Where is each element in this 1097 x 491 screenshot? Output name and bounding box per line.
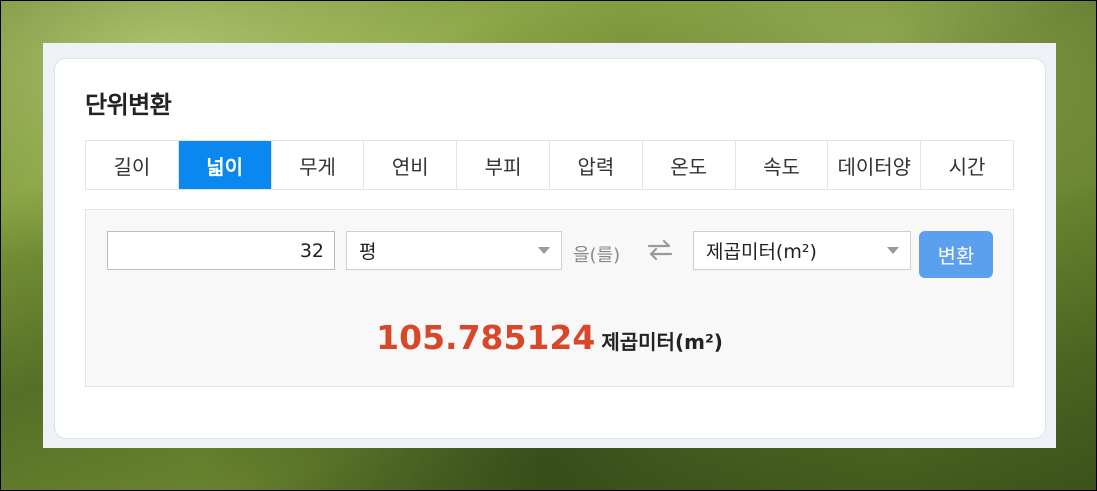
tab-speed[interactable]: 속도 <box>735 141 829 189</box>
result-unit: 제곱미터(m²) <box>601 330 723 354</box>
tab-weight[interactable]: 무게 <box>271 141 365 189</box>
value-input[interactable] <box>107 231 335 270</box>
widget-title: 단위변환 <box>85 91 172 119</box>
category-tabs: 길이 넓이 무게 연비 부피 압력 온도 속도 데이터양 시간 <box>85 140 1014 190</box>
caret-down-icon <box>538 247 550 254</box>
tab-volume[interactable]: 부피 <box>457 141 550 189</box>
from-unit-label: 평 <box>359 241 377 263</box>
caret-down-icon <box>887 247 899 254</box>
convert-button[interactable]: 변환 <box>919 231 993 278</box>
swap-arrows-icon[interactable] <box>646 239 674 261</box>
tab-pressure[interactable]: 압력 <box>549 141 643 189</box>
unit-converter-card: 단위변환 길이 넓이 무게 연비 부피 압력 온도 속도 데이터양 시간 평 을… <box>54 58 1046 439</box>
tab-length[interactable]: 길이 <box>86 141 179 189</box>
to-unit-select[interactable]: 제곱미터(m²) <box>693 231 911 270</box>
tab-fuel-economy[interactable]: 연비 <box>364 141 458 189</box>
result-display: 105.785124 제곱미터(m²) <box>86 318 1013 357</box>
tab-data-size[interactable]: 데이터양 <box>828 141 922 189</box>
from-unit-select[interactable]: 평 <box>346 231 562 270</box>
particle-label: 을(를) <box>573 245 621 266</box>
converter-panel: 평 을(를) 제곱미터(m²) 변환 105.785124제곱미터(m²) <box>85 209 1014 387</box>
result-value: 105.785124 <box>376 318 596 357</box>
tab-time[interactable]: 시간 <box>921 141 1013 189</box>
to-unit-label: 제곱미터(m²) <box>706 241 817 263</box>
tab-area[interactable]: 넓이 <box>178 141 272 189</box>
widget-container: 단위변환 길이 넓이 무게 연비 부피 압력 온도 속도 데이터양 시간 평 을… <box>43 43 1056 448</box>
tab-temperature[interactable]: 온도 <box>642 141 736 189</box>
